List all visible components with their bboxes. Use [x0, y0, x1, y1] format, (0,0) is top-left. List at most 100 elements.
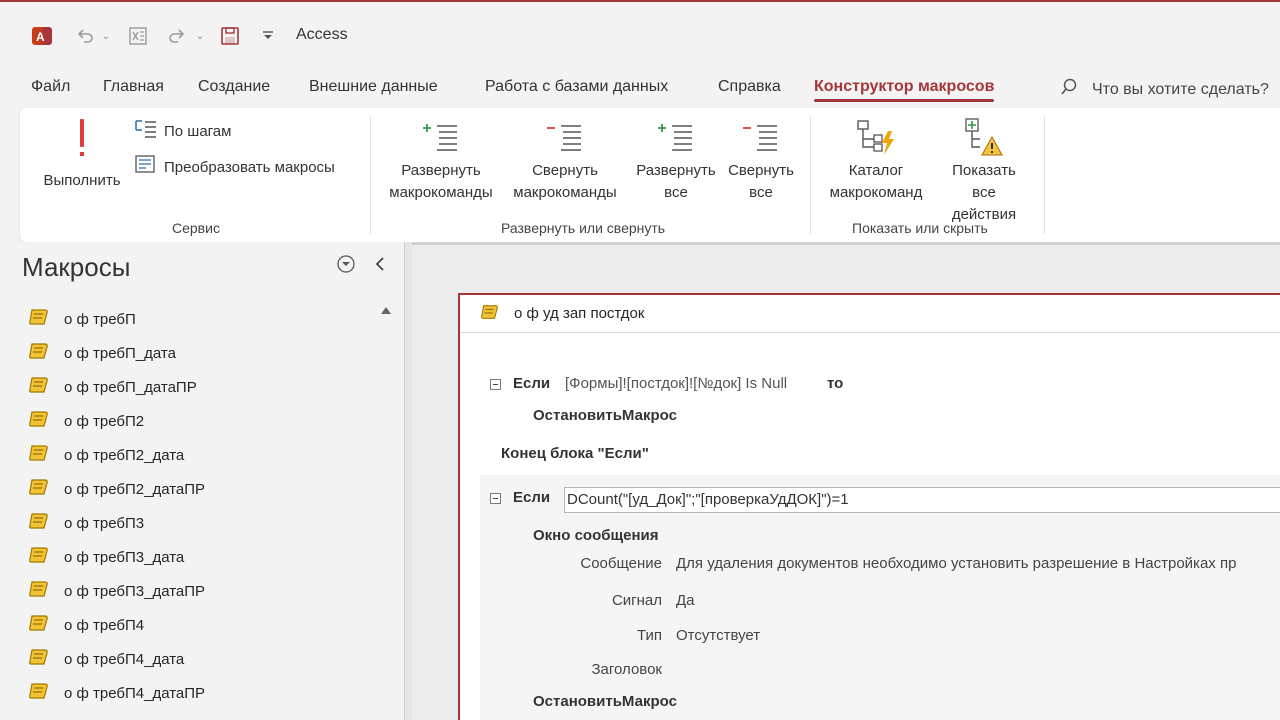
group-separator: [1044, 116, 1045, 234]
app-title: Access: [296, 26, 348, 43]
nav-scrollbar[interactable]: [376, 298, 394, 718]
tab-file[interactable]: Файл: [31, 78, 70, 96]
list-item[interactable]: о ф требП: [28, 304, 136, 334]
undo-icon[interactable]: [72, 22, 98, 50]
access-logo-icon: A: [28, 22, 56, 50]
list-item[interactable]: о ф требП_датаПР: [28, 372, 197, 402]
action-catalog-label: Каталог макрокоманд: [829, 162, 923, 201]
macro-icon: [28, 443, 50, 467]
scroll-up-arrow-icon[interactable]: [380, 302, 392, 320]
tab-create[interactable]: Создание: [198, 78, 270, 96]
macro-icon: [28, 681, 50, 705]
arg-beep-label: Сигнал: [611, 592, 662, 609]
list-item[interactable]: о ф требП2_дата: [28, 440, 184, 470]
list-item[interactable]: о ф требП4: [28, 610, 144, 640]
list-item[interactable]: о ф требП4_дата: [28, 644, 184, 674]
expand-actions-icon: [421, 116, 461, 160]
search-icon: [1060, 78, 1078, 101]
arg-type-value[interactable]: Отсутствует: [676, 627, 760, 644]
list-item[interactable]: о ф требП2: [28, 406, 144, 436]
tab-home[interactable]: Главная: [103, 78, 164, 96]
if2-keyword: Если: [513, 489, 551, 506]
macro-icon: [28, 647, 50, 671]
list-item-label: о ф требП2: [64, 412, 145, 430]
list-item-label: о ф требП4: [64, 616, 145, 634]
list-item-label: о ф требП3_датаПР: [64, 582, 206, 600]
undo-dropdown-icon[interactable]: ⌄: [100, 22, 112, 50]
stop-macro-action-1[interactable]: ОстановитьМакрос: [533, 407, 677, 424]
collapse-actions-button[interactable]: Свернуть макрокоманды: [504, 116, 626, 204]
if1-then-keyword: то: [827, 375, 844, 392]
tell-me-text: Что вы хотите сделать?: [1092, 80, 1269, 98]
list-item[interactable]: о ф требП4_датаПР: [28, 678, 205, 708]
arg-beep-value[interactable]: Да: [676, 592, 695, 609]
tab-help[interactable]: Справка: [718, 78, 781, 96]
collapse-if1-icon[interactable]: [490, 379, 501, 390]
macro-icon: [28, 307, 50, 331]
collapse-if2-icon[interactable]: [490, 493, 501, 504]
macro-panel: о ф уд зап постдок Если [Формы]![постдок…: [458, 293, 1280, 720]
msgbox-action[interactable]: Окно сообщения: [533, 527, 659, 544]
show-all-actions-label: Показать все действия: [951, 162, 1017, 223]
collapse-all-label: Свернуть все: [728, 162, 794, 201]
pane-splitter[interactable]: [404, 242, 412, 720]
collapse-all-button[interactable]: Свернуть все: [724, 116, 798, 204]
run-button[interactable]: Выполнить: [38, 116, 126, 192]
end-if-label: Конец блока "Если": [501, 445, 649, 462]
single-step-button[interactable]: По шагам: [134, 118, 231, 144]
tab-database-tools[interactable]: Работа с базами данных: [485, 78, 668, 96]
expand-all-button[interactable]: Развернуть все: [630, 116, 722, 204]
collapse-all-icon: [741, 116, 781, 160]
stop-macro-action-2[interactable]: ОстановитьМакрос: [533, 693, 677, 710]
svg-text:A: A: [36, 30, 45, 44]
tab-macro-design[interactable]: Конструктор макросов: [814, 78, 995, 102]
group-separator: [810, 116, 811, 234]
list-item-label: о ф требП4_дата: [64, 650, 185, 668]
expand-all-label: Развернуть все: [636, 162, 716, 201]
single-step-label: По шагам: [164, 122, 232, 140]
nav-menu-icon[interactable]: [336, 254, 356, 279]
convert-macros-icon: [134, 154, 158, 180]
expand-actions-label: Развернуть макрокоманды: [389, 162, 493, 201]
list-item[interactable]: о ф требП3: [28, 508, 144, 538]
macro-icon: [28, 341, 50, 365]
list-item-label: о ф требП2_дата: [64, 446, 185, 464]
expand-all-icon: [656, 116, 696, 160]
expand-actions-button[interactable]: Развернуть макрокоманды: [382, 116, 500, 204]
action-catalog-button[interactable]: Каталог макрокоманд: [818, 116, 934, 204]
redo-dropdown-icon[interactable]: ⌄: [194, 22, 206, 50]
list-item-label: о ф требП: [64, 310, 136, 328]
excel-export-icon[interactable]: [124, 22, 152, 50]
menu-bar: Файл Главная Создание Внешние данные Раб…: [0, 66, 1280, 108]
redo-icon[interactable]: [164, 22, 190, 50]
collapse-actions-label: Свернуть макрокоманды: [513, 162, 617, 201]
macro-editor: о ф уд зап постдок Если [Формы]![постдок…: [412, 242, 1280, 720]
ribbon: Выполнить По шагам Преобразовать макросы…: [20, 108, 1280, 242]
exclamation-icon: [75, 116, 89, 160]
arg-message-value[interactable]: Для удаления документов необходимо устан…: [676, 555, 1236, 572]
if2-condition-input[interactable]: DCount("[уд_Док]";"[проверкаУдДОК]")=1: [564, 487, 1280, 513]
navigation-pane: Макросы о ф требП о ф требП_дата о ф тре…: [0, 242, 404, 720]
show-all-actions-button[interactable]: Показать все действия: [938, 116, 1030, 226]
convert-macros-button[interactable]: Преобразовать макросы: [134, 154, 335, 180]
list-item[interactable]: о ф требП_дата: [28, 338, 176, 368]
action-catalog-icon: [854, 116, 898, 160]
if1-keyword: Если: [513, 375, 551, 392]
list-item[interactable]: о ф требП2_датаПР: [28, 474, 205, 504]
macro-name: о ф уд зап постдок: [514, 305, 645, 322]
collapse-actions-icon: [545, 116, 585, 160]
list-item[interactable]: о ф требП3_датаПР: [28, 576, 205, 606]
macro-icon: [28, 545, 50, 569]
list-item[interactable]: о ф требП3_дата: [28, 542, 184, 572]
save-icon[interactable]: [216, 22, 244, 50]
tell-me-search[interactable]: Что вы хотите сделать?: [1060, 78, 1269, 101]
collapse-pane-icon[interactable]: [372, 255, 388, 278]
title-bar: A ⌄ ⌄ Access: [0, 0, 1280, 66]
macro-icon: [28, 613, 50, 637]
if1-condition[interactable]: [Формы]![постдок]![№док] Is Null: [565, 375, 787, 392]
macro-icon: [28, 477, 50, 501]
nav-pane-title: Макросы: [22, 252, 131, 282]
tab-external-data[interactable]: Внешние данные: [309, 78, 438, 96]
customize-toolbar-icon[interactable]: [258, 22, 278, 50]
list-item-label: о ф требП_дата: [64, 344, 176, 362]
